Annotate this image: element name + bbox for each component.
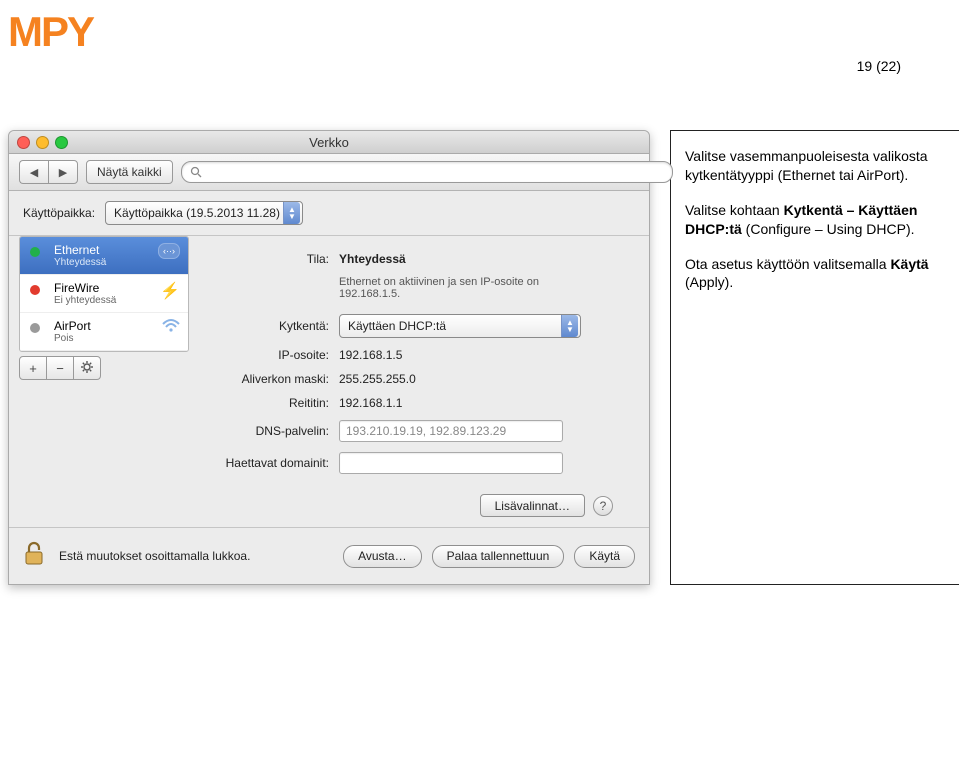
instruction-p2: Valitse kohtaan Kytkentä – Käyttäen DHCP… bbox=[685, 201, 945, 239]
gear-icon bbox=[81, 361, 93, 376]
footer-bar: Estä muutokset osoittamalla lukkoa. Avus… bbox=[9, 527, 649, 584]
ethernet-icon bbox=[28, 245, 42, 262]
toolbar: ◀ ▶ Näytä kaikki bbox=[9, 154, 649, 191]
search-input[interactable] bbox=[181, 161, 673, 183]
revert-button[interactable]: Palaa tallennettuun bbox=[432, 545, 565, 568]
configure-select[interactable]: Käyttäen DHCP:tä ▲▼ bbox=[339, 314, 581, 338]
sidebar-footer: + − bbox=[19, 356, 189, 380]
sidebar-item-status: Ei yhteydessä bbox=[54, 295, 116, 306]
page-number: 19 (22) bbox=[857, 58, 901, 74]
domains-label: Haettavat domainit: bbox=[207, 456, 339, 470]
detail-panel: Tila: Yhteydessä Ethernet on aktiivinen … bbox=[189, 236, 649, 527]
sidebar-item-status: Pois bbox=[54, 333, 91, 344]
instruction-callout: Valitse vasemmanpuoleisesta valikosta ky… bbox=[670, 130, 959, 585]
sidebar-item-label: FireWire bbox=[54, 281, 99, 295]
configure-value: Käyttäen DHCP:tä bbox=[348, 319, 446, 333]
mask-value: 255.255.255.0 bbox=[339, 372, 416, 386]
window-title: Verkko bbox=[9, 135, 649, 150]
ip-value: 192.168.1.5 bbox=[339, 348, 402, 362]
sidebar-item-label: AirPort bbox=[54, 319, 91, 333]
sidebar-item-status: Yhteydessä bbox=[54, 257, 106, 268]
location-select[interactable]: Käyttöpaikka (19.5.2013 11.28) ▲▼ bbox=[105, 201, 303, 225]
interfaces-sidebar: Ethernet Yhteydessä ‹··› FireWire E bbox=[19, 236, 189, 352]
titlebar: Verkko bbox=[9, 131, 649, 154]
dns-label: DNS-palvelin: bbox=[207, 424, 339, 438]
show-all-button[interactable]: Näytä kaikki bbox=[86, 160, 173, 184]
status-value: Yhteydessä bbox=[339, 252, 406, 266]
lock-text: Estä muutokset osoittamalla lukkoa. bbox=[59, 549, 333, 563]
sidebar-item-label: Ethernet bbox=[54, 243, 99, 257]
chevron-updown-icon: ▲▼ bbox=[283, 202, 300, 224]
wifi-icon bbox=[162, 319, 180, 336]
back-button[interactable]: ◀ bbox=[19, 160, 48, 184]
add-interface-button[interactable]: + bbox=[19, 356, 47, 380]
router-label: Reititin: bbox=[207, 396, 339, 410]
location-label: Käyttöpaikka: bbox=[23, 206, 95, 220]
chevron-updown-icon: ▲▼ bbox=[561, 315, 578, 337]
mask-label: Aliverkon maski: bbox=[207, 372, 339, 386]
instruction-p1: Valitse vasemmanpuoleisesta valikosta ky… bbox=[685, 147, 945, 185]
location-value: Käyttöpaikka (19.5.2013 11.28) bbox=[114, 206, 280, 220]
status-description: Ethernet on aktiivinen ja sen IP-osoite … bbox=[339, 276, 589, 300]
search-icon bbox=[190, 166, 202, 181]
airport-icon bbox=[28, 321, 42, 338]
ip-label: IP-osoite: bbox=[207, 348, 339, 362]
forward-button[interactable]: ▶ bbox=[48, 160, 78, 184]
remove-interface-button[interactable]: − bbox=[47, 356, 73, 380]
domains-input[interactable] bbox=[339, 452, 563, 474]
logo: MPY bbox=[8, 8, 93, 56]
sidebar-item-firewire[interactable]: FireWire Ei yhteydessä ⚡ bbox=[20, 275, 188, 313]
instruction-p3: Ota asetus käyttöön valitsemalla Käytä (… bbox=[685, 255, 945, 293]
router-value: 192.168.1.1 bbox=[339, 396, 402, 410]
lock-icon[interactable] bbox=[23, 540, 45, 572]
advanced-button[interactable]: Lisävalinnat… bbox=[480, 494, 585, 517]
firewire-icon bbox=[28, 283, 42, 300]
status-label: Tila: bbox=[207, 252, 339, 266]
apply-button[interactable]: Käytä bbox=[574, 545, 635, 568]
location-row: Käyttöpaikka: Käyttöpaikka (19.5.2013 11… bbox=[9, 191, 649, 236]
sidebar-item-airport[interactable]: AirPort Pois bbox=[20, 313, 188, 351]
sidebar-item-ethernet[interactable]: Ethernet Yhteydessä ‹··› bbox=[20, 237, 188, 275]
configure-label: Kytkentä: bbox=[207, 319, 339, 333]
ethernet-badge: ‹··› bbox=[158, 243, 180, 259]
dns-input[interactable] bbox=[339, 420, 563, 442]
nav-segment[interactable]: ◀ ▶ bbox=[19, 160, 78, 184]
help-button[interactable]: ? bbox=[593, 496, 613, 516]
help-pill-button[interactable]: Avusta… bbox=[343, 545, 421, 568]
interface-actions-button[interactable] bbox=[73, 356, 101, 380]
firewire-glyph-icon: ⚡ bbox=[160, 281, 180, 301]
network-preferences-window: Verkko ◀ ▶ Näytä kaikki Käyttöpaikka: bbox=[8, 130, 650, 585]
